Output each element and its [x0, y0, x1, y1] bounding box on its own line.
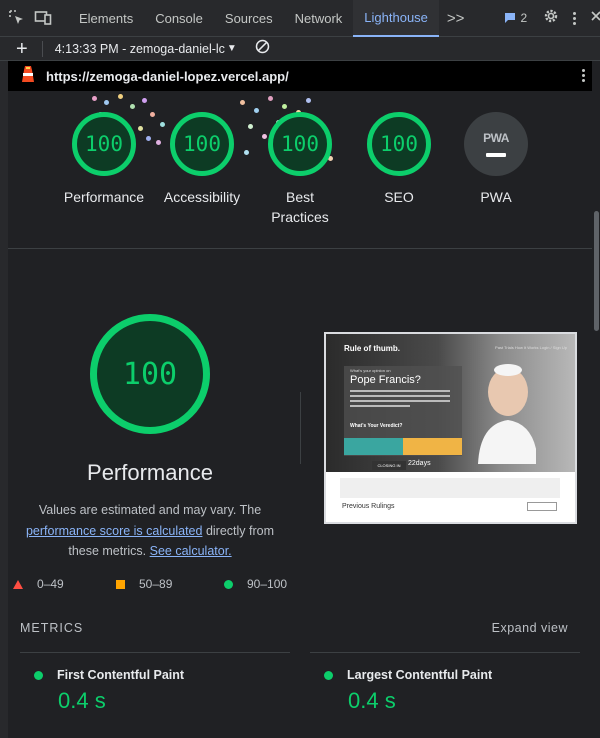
expand-view-toggle[interactable]: Expand view [492, 621, 568, 635]
screenshot-portrait-image [478, 364, 536, 464]
issues-count: 2 [520, 11, 528, 25]
final-screenshot-thumbnail[interactable]: Rule of thumb. Past Trials How It Works … [324, 332, 577, 524]
report-url-bar: https://zemoga-daniel-lopez.vercel.app/ [8, 61, 592, 91]
section-divider [8, 248, 592, 249]
toolbar-divider [41, 40, 43, 57]
performance-title: Performance [87, 460, 213, 485]
legend-average-range: 50–89 [139, 577, 173, 591]
settings-gear-icon[interactable] [543, 8, 559, 29]
tab-console[interactable]: Console [144, 0, 214, 37]
best-practices-label: Best Practices [271, 189, 329, 225]
lcp-value: 0.4 s [348, 688, 396, 713]
fcp-metric: First Contentful Paint [34, 668, 184, 682]
performance-label: Performance [63, 189, 145, 205]
screenshot-text-lines [350, 390, 450, 410]
seo-label: SEO [384, 189, 414, 205]
tab-lighthouse[interactable]: Lighthouse [353, 0, 439, 37]
performance-big-score: 100 [122, 356, 178, 392]
metric-divider [310, 652, 580, 653]
lcp-metric: Largest Contentful Paint [324, 668, 492, 682]
screenshot-banner [340, 478, 560, 498]
performance-big-gauge: 100 [90, 314, 210, 434]
lighthouse-logo-icon [20, 64, 36, 89]
seo-score: 100 [380, 132, 418, 156]
legend-pass: 90–100 [224, 577, 287, 591]
screenshot-nav-links: Past Trials How It Works Login / Sign Up [495, 345, 567, 350]
best-practices-gauge[interactable]: 100 [268, 112, 332, 176]
fcp-value: 0.4 s [58, 688, 106, 713]
screenshot-brand: Rule of thumb. [344, 344, 400, 353]
lcp-label: Largest Contentful Paint [347, 668, 493, 682]
fcp-label: First Contentful Paint [57, 668, 185, 682]
screenshot-name: Pope Francis? [350, 374, 421, 386]
accessibility-score: 100 [183, 132, 221, 156]
report-selector-label: 4:13:33 PM - zemoga-daniel-lc [54, 41, 225, 56]
tab-sources[interactable]: Sources [214, 0, 284, 37]
report-selector[interactable]: 4:13:33 PM - zemoga-daniel-lc ▼ [55, 42, 237, 56]
best-practices-score: 100 [281, 132, 319, 156]
see-calculator-link[interactable]: See calculator. [150, 544, 232, 558]
device-toolbar-icon[interactable] [34, 5, 52, 31]
pass-circle-icon [34, 670, 43, 680]
report-url[interactable]: https://zemoga-daniel-lopez.vercel.app/ [46, 69, 289, 84]
performance-description: Values are estimated and may vary. The p… [10, 500, 290, 562]
tab-network[interactable]: Network [284, 0, 354, 37]
issues-icon [505, 13, 516, 23]
clear-reports-icon[interactable] [255, 39, 270, 59]
accessibility-gauge[interactable]: 100 [170, 112, 234, 176]
screenshot-question: What's your opinion on [350, 368, 391, 373]
inspect-element-icon[interactable] [8, 5, 26, 31]
panel-left-gutter [0, 61, 8, 738]
close-devtools-icon[interactable] [590, 9, 600, 27]
legend-pass-range: 90–100 [247, 577, 288, 591]
metric-divider [20, 652, 290, 653]
tab-elements[interactable]: Elements [68, 0, 144, 37]
pass-circle-icon [224, 579, 233, 589]
customize-menu-icon[interactable] [573, 11, 577, 25]
performance-desc-text: Values are estimated and may vary. The [38, 503, 262, 517]
screenshot-closing: CLOSING IN [372, 461, 406, 470]
vertical-divider [300, 392, 301, 464]
screenshot-thumbs-down [403, 438, 462, 455]
devtools-tab-bar: Elements Console Sources Network Lightho… [0, 0, 600, 37]
accessibility-label: Accessibility [163, 189, 241, 205]
lighthouse-toolbar: + 4:13:33 PM - zemoga-daniel-lc ▼ [0, 37, 600, 61]
issues-button[interactable]: 2 [504, 11, 527, 25]
pwa-badge: PWA [483, 131, 509, 145]
panel-scrollbar[interactable] [592, 91, 600, 738]
fail-triangle-icon [13, 579, 23, 589]
seo-gauge[interactable]: 100 [367, 112, 431, 176]
pwa-gauge[interactable]: PWA [464, 112, 528, 176]
pass-circle-icon [324, 670, 333, 680]
screenshot-select [527, 502, 557, 511]
screenshot-days: 22days [408, 460, 431, 467]
score-calculated-link[interactable]: performance score is calculated [26, 524, 202, 538]
caret-down-icon: ▼ [226, 43, 237, 54]
report-menu-icon[interactable] [582, 69, 585, 82]
new-report-plus-icon[interactable]: + [16, 39, 28, 59]
screenshot-previous-rulings: Previous Rulings [342, 503, 395, 510]
legend-average: 50–89 [116, 577, 172, 591]
screenshot-thumbs-up [344, 438, 403, 455]
scrollbar-thumb[interactable] [594, 211, 599, 331]
legend-fail-range: 0–49 [37, 577, 64, 591]
average-square-icon [116, 579, 125, 589]
metrics-heading: METRICS [20, 621, 84, 635]
pwa-label: PWA [480, 189, 512, 205]
screenshot-verdict: What's Your Veredict? [350, 423, 403, 429]
pwa-dash-icon [486, 153, 506, 157]
more-tabs-button[interactable]: >> [439, 10, 473, 27]
legend-fail: 0–49 [13, 577, 64, 591]
performance-score: 100 [85, 132, 123, 156]
performance-gauge[interactable]: 100 [72, 112, 136, 176]
